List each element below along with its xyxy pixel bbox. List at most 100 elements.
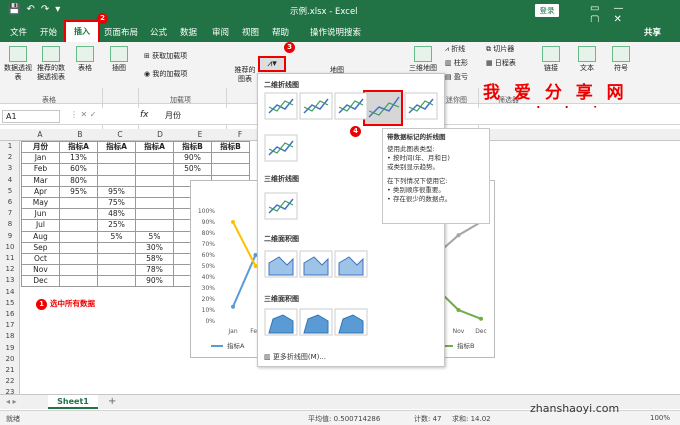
sparkline-column-button[interactable]: ▥ 柱形 [445, 59, 468, 68]
cell[interactable]: Jun [21, 208, 60, 221]
pivot-table-button[interactable]: 数据透视表 [4, 46, 32, 82]
cell[interactable]: 指标B [211, 140, 250, 154]
timeline-button[interactable]: ▦ 日程表 [486, 59, 516, 68]
formula-buttons[interactable]: ⋮ ✕ ✓ [70, 110, 97, 119]
tab-data[interactable]: 数据 [180, 26, 197, 38]
row-header[interactable]: 12 [0, 265, 20, 273]
cell[interactable] [59, 275, 98, 288]
row-header[interactable]: 11 [0, 254, 20, 262]
cell[interactable] [135, 163, 174, 176]
cell[interactable]: 5% [97, 230, 136, 243]
cell[interactable] [135, 208, 174, 221]
cell[interactable]: 5% [135, 230, 174, 243]
my-addins-button[interactable]: ◉ 我的加载项 [144, 70, 187, 79]
cell[interactable]: 指标B [173, 140, 212, 154]
cell[interactable] [135, 185, 174, 198]
thumb-line-highlight[interactable] [368, 102, 400, 116]
cell[interactable]: 指标A [59, 140, 98, 154]
column-header[interactable]: A [20, 130, 60, 139]
cell[interactable] [59, 219, 98, 232]
cell[interactable]: Aug [21, 230, 60, 243]
line-chart-dropdown-button[interactable]: ⩘▾ [258, 56, 286, 72]
row-header[interactable]: 3 [0, 164, 20, 172]
cell[interactable]: May [21, 196, 60, 210]
slicer-button[interactable]: ⧉ 切片器 [486, 45, 514, 54]
cell[interactable]: 90% [135, 275, 174, 288]
add-sheet-button[interactable]: + [108, 396, 116, 407]
row-header[interactable]: 6 [0, 198, 20, 206]
table-button[interactable]: 表格 [74, 46, 96, 73]
row-header[interactable]: 13 [0, 276, 20, 284]
zoom-level[interactable]: 100% [650, 414, 670, 422]
quick-access-toolbar[interactable]: 💾↶↷▾ [8, 4, 66, 15]
column-header[interactable]: C [100, 130, 140, 139]
row-header[interactable]: 15 [0, 299, 20, 307]
cell[interactable]: 80% [59, 174, 98, 187]
text-button[interactable]: 文本 [576, 46, 598, 73]
cell[interactable] [135, 152, 174, 165]
cell[interactable]: 指标A [97, 140, 136, 154]
recommended-charts-button[interactable]: 推荐的图表 [232, 66, 258, 84]
row-header[interactable]: 21 [0, 366, 20, 374]
cell[interactable]: Mar [21, 174, 60, 187]
tab-page-layout[interactable]: 页面布局 [104, 26, 138, 38]
cell[interactable]: 48% [97, 208, 136, 221]
column-header[interactable]: E [180, 130, 220, 139]
sheet-nav-arrows[interactable]: ◂ ▸ [6, 397, 17, 406]
cell[interactable]: 95% [97, 185, 136, 198]
row-header[interactable]: 4 [0, 176, 20, 184]
column-header[interactable]: D [140, 130, 180, 139]
tab-insert[interactable]: 插入 [64, 20, 100, 44]
cell[interactable]: 95% [59, 185, 98, 198]
cell[interactable]: 60% [59, 163, 98, 176]
cell[interactable]: Jan [21, 152, 60, 165]
tell-me-search[interactable]: 操作说明搜索 [310, 26, 361, 38]
tab-review[interactable]: 审阅 [212, 26, 229, 38]
tab-home[interactable]: 开始 [40, 26, 57, 38]
cell[interactable]: 75% [97, 196, 136, 210]
row-header[interactable]: 18 [0, 332, 20, 340]
row-header[interactable]: 2 [0, 153, 20, 161]
cell[interactable]: 月份 [21, 140, 60, 154]
cell[interactable] [211, 152, 250, 165]
cell[interactable] [59, 241, 98, 254]
row-header[interactable]: 8 [0, 220, 20, 228]
name-box[interactable]: A1 [2, 110, 60, 123]
share-button[interactable]: 共享 [644, 26, 661, 38]
cell[interactable]: 30% [135, 241, 174, 254]
get-addins-button[interactable]: ⊞ 获取加载项 [144, 52, 187, 61]
sparkline-winloss-button[interactable]: ▤ 盈亏 [445, 73, 468, 82]
tab-formulas[interactable]: 公式 [150, 26, 167, 38]
cell[interactable] [97, 241, 136, 254]
symbol-button[interactable]: 符号 [610, 46, 632, 73]
cell[interactable]: Sep [21, 241, 60, 254]
cell[interactable] [97, 264, 136, 277]
3d-map-button[interactable]: 三维地图 [408, 46, 438, 73]
cell[interactable] [97, 174, 136, 187]
cell[interactable]: Dec [21, 275, 60, 288]
cell[interactable]: 78% [135, 264, 174, 277]
row-header[interactable]: 19 [0, 344, 20, 352]
row-header[interactable]: 16 [0, 310, 20, 318]
cell[interactable]: Feb [21, 163, 60, 176]
cell[interactable]: 指标A [135, 140, 174, 154]
cell[interactable]: Apr [21, 185, 60, 198]
thumb-line-highlight[interactable] [368, 96, 400, 118]
cell[interactable] [97, 252, 136, 266]
row-header[interactable]: 22 [0, 377, 20, 385]
row-header[interactable]: 20 [0, 355, 20, 363]
tab-help[interactable]: 帮助 [272, 26, 289, 38]
illustrations-button[interactable]: 插图 [106, 46, 132, 73]
recommended-pivot-button[interactable]: 推荐的数据透视表 [36, 46, 66, 82]
tab-view[interactable]: 视图 [242, 26, 259, 38]
row-header[interactable]: 1 [0, 142, 20, 150]
cell[interactable] [59, 196, 98, 210]
cell[interactable] [59, 252, 98, 266]
sparkline-line-button[interactable]: ⩘ 折线 [445, 45, 465, 54]
cell[interactable] [59, 208, 98, 221]
row-header[interactable]: 17 [0, 321, 20, 329]
cell[interactable] [97, 163, 136, 176]
cell[interactable]: 13% [59, 152, 98, 165]
cell[interactable]: 90% [173, 152, 212, 165]
tab-file[interactable]: 文件 [10, 26, 27, 38]
